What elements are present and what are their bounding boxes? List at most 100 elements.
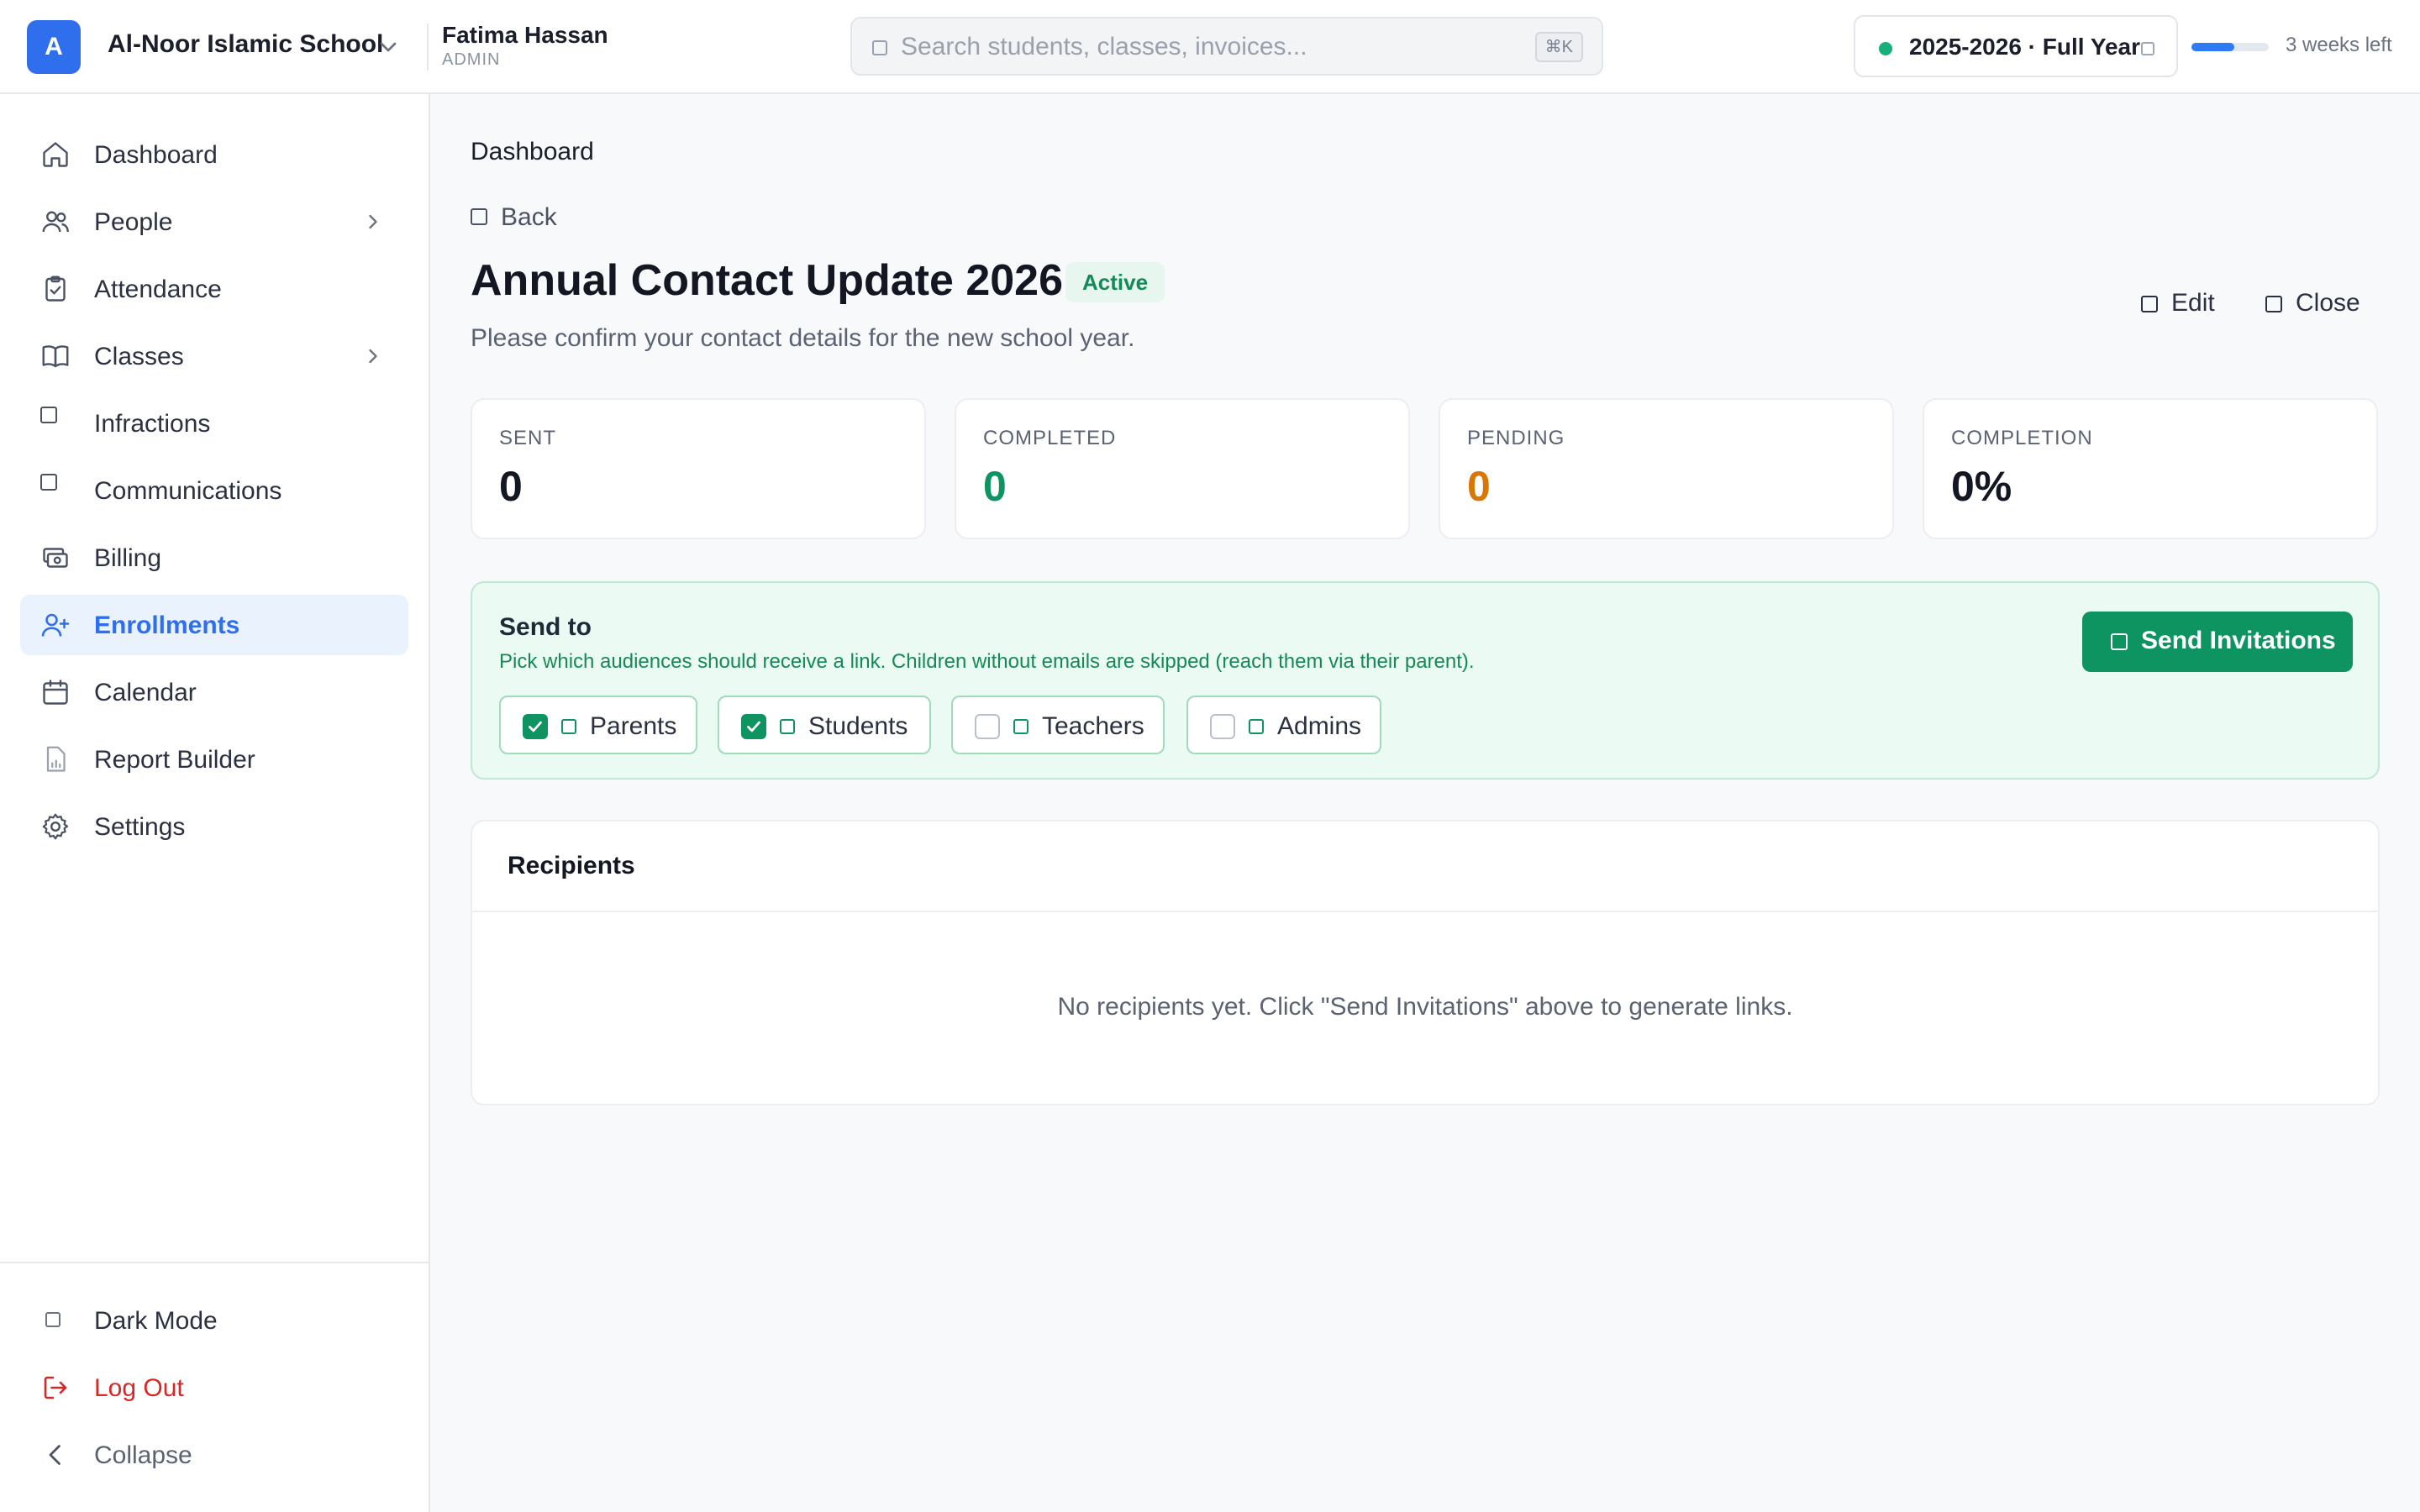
admins-icon [1249, 719, 1264, 734]
check-icon [529, 721, 542, 732]
audience-label: Students [808, 712, 908, 740]
sidebar-item-label: Enrollments [94, 612, 240, 639]
calendar-icon [40, 677, 71, 707]
sidebar-item-report-builder[interactable]: Report Builder [20, 729, 408, 790]
stat-label: COMPLETED [983, 427, 1117, 449]
send-to-help-text: Pick which audiences should receive a li… [499, 650, 1475, 673]
school-name[interactable]: Al-Noor Islamic School [108, 30, 383, 59]
log-out-label: Log Out [94, 1374, 184, 1402]
collapse-sidebar-button[interactable]: Collapse [20, 1425, 408, 1485]
stat-label: COMPLETION [1951, 427, 2093, 449]
send-invitations-button[interactable]: Send Invitations [2082, 612, 2353, 672]
recipients-card: Recipients No recipients yet. Click "Sen… [471, 820, 2380, 1105]
academic-year-selector[interactable]: 2025-2026 · Full Year [1854, 15, 2178, 77]
school-logo[interactable]: A [27, 20, 81, 74]
stat-card-completed: COMPLETED 0 [955, 398, 1410, 539]
page-subtitle: Please confirm your contact details for … [471, 324, 1135, 352]
send-icon [2111, 633, 2128, 650]
year-status-dot [1879, 42, 1892, 55]
stat-card-pending: PENDING 0 [1439, 398, 1894, 539]
breadcrumb[interactable]: Dashboard [471, 138, 594, 166]
people-icon [40, 207, 71, 237]
sidebar-item-calendar[interactable]: Calendar [20, 662, 408, 722]
search-icon [872, 40, 887, 55]
user-name: Fatima Hassan [442, 22, 608, 48]
term-progress-bar [2191, 43, 2269, 51]
sidebar-item-infractions[interactable]: Infractions [20, 393, 408, 454]
students-icon [780, 719, 795, 734]
gear-icon [40, 811, 71, 842]
chevron-left-icon [40, 1440, 71, 1470]
checkbox[interactable] [523, 714, 548, 739]
sidebar-item-communications[interactable]: Communications [20, 460, 408, 521]
audience-label: Teachers [1042, 712, 1144, 740]
parents-icon [561, 719, 576, 734]
chevron-right-icon [361, 210, 385, 234]
sidebar-item-label: Dashboard [94, 141, 218, 169]
sidebar-item-label: People [94, 208, 173, 236]
year-toggle-icon[interactable] [2141, 42, 2154, 55]
audience-option-admins[interactable]: Admins [1186, 696, 1381, 754]
chevron-down-icon[interactable] [375, 34, 402, 60]
square-icon [40, 474, 57, 491]
close-icon [2265, 296, 2282, 312]
sidebar-item-label: Calendar [94, 679, 197, 706]
sidebar-item-label: Attendance [94, 276, 222, 303]
sidebar-item-label: Classes [94, 343, 184, 370]
chevron-right-icon [361, 344, 385, 368]
divider [0, 1262, 429, 1263]
divider [427, 24, 429, 71]
page-title: Annual Contact Update 2026 [471, 256, 1064, 305]
checkbox[interactable] [1210, 714, 1235, 739]
checkbox[interactable] [975, 714, 1000, 739]
sidebar-item-dashboard[interactable]: Dashboard [20, 124, 408, 185]
stat-label: SENT [499, 427, 557, 449]
sidebar-item-people[interactable]: People [20, 192, 408, 252]
back-label: Back [501, 203, 557, 231]
collapse-label: Collapse [94, 1441, 192, 1469]
search-shortcut-badge: ⌘K [1534, 32, 1583, 62]
stat-label: PENDING [1467, 427, 1565, 449]
search-input[interactable] [901, 29, 1523, 66]
report-icon [40, 744, 71, 774]
checkbox[interactable] [741, 714, 766, 739]
edit-label: Edit [2171, 289, 2215, 317]
academic-year-label: 2025-2026 · Full Year [1909, 34, 2140, 60]
sidebar-item-label: Communications [94, 477, 282, 505]
stat-card-sent: SENT 0 [471, 398, 926, 539]
sidebar-item-attendance[interactable]: Attendance [20, 259, 408, 319]
edit-icon [2141, 296, 2158, 312]
logout-icon [40, 1373, 71, 1403]
sidebar-item-billing[interactable]: Billing [20, 528, 408, 588]
dark-mode-toggle[interactable]: Dark Mode [20, 1290, 408, 1351]
sidebar: Dashboard People Attendance Classes Infr… [0, 94, 430, 1512]
square-icon [40, 407, 57, 423]
status-badge: Active [1065, 262, 1165, 302]
weeks-left-label: 3 weeks left [2286, 34, 2392, 56]
recipients-empty-message: No recipients yet. Click "Send Invitatio… [1057, 993, 1793, 1021]
sidebar-item-label: Settings [94, 813, 186, 841]
sidebar-item-classes[interactable]: Classes [20, 326, 408, 386]
dark-mode-label: Dark Mode [94, 1307, 218, 1335]
stat-value: 0% [1951, 463, 2012, 510]
search-box[interactable]: ⌘K [850, 17, 1603, 76]
recipients-title: Recipients [508, 852, 635, 879]
audience-label: Admins [1277, 712, 1362, 740]
audience-option-parents[interactable]: Parents [499, 696, 697, 754]
divider [472, 911, 2378, 912]
home-icon [40, 139, 71, 170]
user-role: ADMIN [442, 50, 501, 69]
user-plus-icon [40, 610, 71, 640]
audience-option-students[interactable]: Students [718, 696, 931, 754]
moon-icon [45, 1312, 60, 1327]
term-progress-fill [2191, 43, 2234, 51]
send-invitations-label: Send Invitations [2141, 627, 2336, 654]
close-label: Close [2296, 289, 2360, 317]
clipboard-check-icon [40, 274, 71, 304]
log-out-button[interactable]: Log Out [20, 1357, 408, 1418]
audience-option-teachers[interactable]: Teachers [951, 696, 1165, 754]
sidebar-item-enrollments[interactable]: Enrollments [20, 595, 408, 655]
sidebar-item-label: Report Builder [94, 746, 255, 774]
sidebar-item-settings[interactable]: Settings [20, 796, 408, 857]
stat-value: 0 [1467, 463, 1491, 510]
